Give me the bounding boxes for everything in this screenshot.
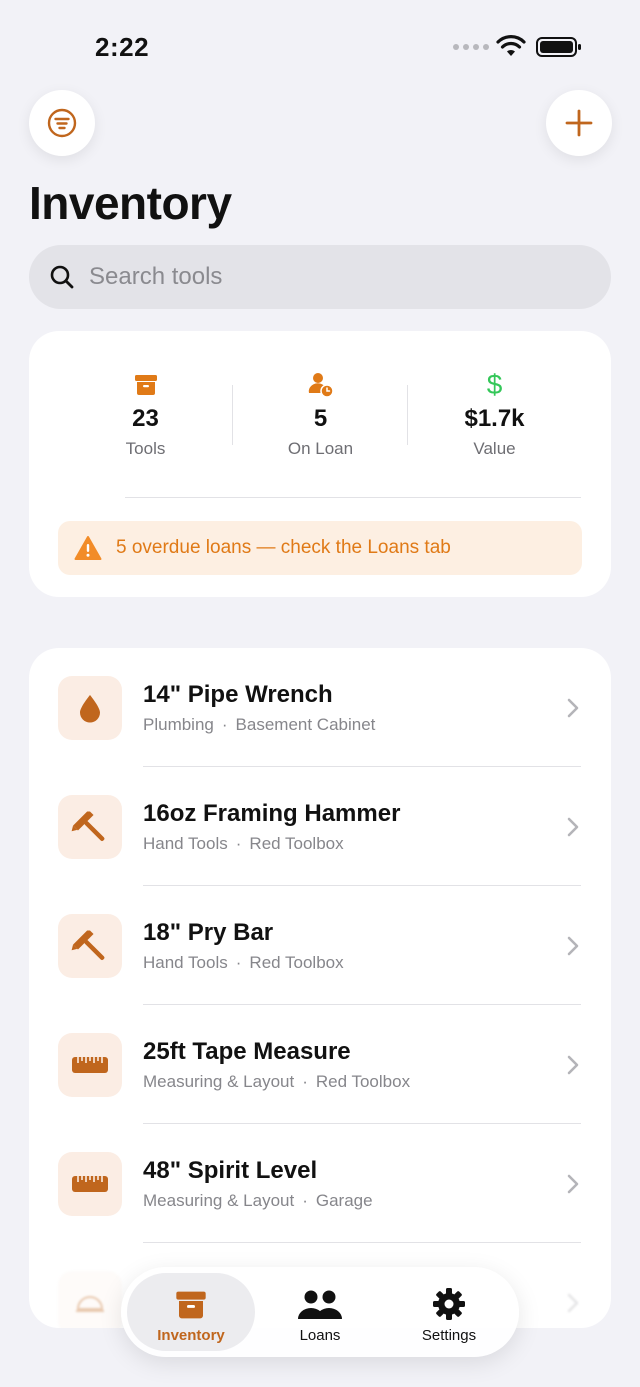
overdue-alert-text: 5 overdue loans — check the Loans tab xyxy=(116,537,451,558)
tool-meta: Measuring & Layout · Garage xyxy=(143,1191,373,1211)
stats-card: 23 Tools 5 On Loan $ $1.7k Value 5 overd… xyxy=(29,331,611,597)
tool-name: 18" Pry Bar xyxy=(143,919,274,946)
hard-hat-icon xyxy=(75,1291,105,1315)
stat-tools-label: Tools xyxy=(125,439,166,458)
tool-meta: Hand Tools · Red Toolbox xyxy=(143,834,344,854)
drop-icon xyxy=(77,693,103,723)
separator-dot: · xyxy=(221,715,228,734)
stat-tools: 23 Tools xyxy=(58,371,233,459)
archive-box-icon xyxy=(176,1291,206,1319)
tool-row[interactable]: 14" Pipe Wrench Plumbing · Basement Cabinet xyxy=(29,648,611,767)
tool-row[interactable]: 16oz Framing Hammer Hand Tools · Red Toolbo… xyxy=(29,767,611,886)
separator-dot: · xyxy=(235,834,242,853)
stat-value-label: Value xyxy=(473,439,516,458)
tool-row[interactable]: 25ft Tape Measure Measuring & Layout · Red … xyxy=(29,1005,611,1124)
hammer-icon xyxy=(71,927,109,965)
chevron-right-icon xyxy=(566,1293,580,1318)
tool-icon-tile xyxy=(58,1152,122,1216)
tool-category: Hand Tools xyxy=(143,953,228,972)
tool-row[interactable]: 18" Pry Bar Hand Tools · Red Toolbox xyxy=(29,886,611,1005)
tool-name: 14" Pipe Wrench xyxy=(143,681,333,708)
tool-category: Measuring & Layout xyxy=(143,1191,295,1210)
tool-meta: Plumbing · Basement Cabinet xyxy=(143,715,375,735)
stat-tools-value: 23 xyxy=(132,405,159,432)
gear-icon xyxy=(433,1288,465,1320)
separator-dot: · xyxy=(302,1191,308,1210)
separator-dot: · xyxy=(302,1072,308,1091)
tool-icon-tile xyxy=(58,676,122,740)
tab-loans[interactable]: Loans xyxy=(256,1273,384,1351)
tab-bar: Inventory Loans Settings xyxy=(121,1267,519,1357)
tool-location: Garage xyxy=(315,1191,373,1210)
search-icon xyxy=(50,265,74,289)
tool-row[interactable]: 48" Spirit Level Measuring & Layout · Garag… xyxy=(29,1124,611,1243)
stat-value-amount: $1.7k xyxy=(464,405,525,432)
tab-inventory[interactable]: Inventory xyxy=(127,1273,255,1351)
tool-name: 48" Spirit Level xyxy=(143,1157,318,1184)
dollar-icon: $ xyxy=(486,369,503,400)
tool-location: Red Toolbox xyxy=(249,834,344,853)
chevron-right-icon xyxy=(566,1055,580,1080)
filter-button[interactable] xyxy=(29,90,95,156)
filter-icon xyxy=(47,108,77,138)
tool-category: Plumbing xyxy=(143,715,214,734)
tool-category: Measuring & Layout xyxy=(143,1072,295,1091)
people-icon xyxy=(298,1290,342,1319)
ruler-icon xyxy=(72,1175,108,1193)
tab-settings[interactable]: Settings xyxy=(385,1273,513,1351)
tool-location: Basement Cabinet xyxy=(235,715,376,734)
search-input[interactable]: Search tools xyxy=(29,245,611,309)
tab-settings-label: Settings xyxy=(421,1327,477,1344)
tool-category: Hand Tools xyxy=(143,834,228,853)
tool-name: 25ft Tape Measure xyxy=(143,1038,351,1065)
person-clock-icon xyxy=(308,373,334,398)
tool-location: Red Toolbox xyxy=(315,1072,411,1091)
separator-dot: · xyxy=(235,953,242,972)
divider xyxy=(125,497,581,498)
stat-on-loan-value: 5 xyxy=(313,405,328,432)
tool-name: 16oz Framing Hammer xyxy=(143,800,401,827)
stat-on-loan-label: On Loan xyxy=(287,439,354,458)
tool-icon-tile xyxy=(58,1271,122,1328)
chevron-right-icon xyxy=(566,698,580,723)
cellular-signal-icon xyxy=(453,44,489,50)
chevron-right-icon xyxy=(566,1174,580,1199)
status-bar: 2:22 xyxy=(0,0,640,90)
tool-meta: Measuring & Layout · Red Toolbox xyxy=(143,1072,410,1092)
ruler-icon xyxy=(72,1056,108,1074)
page-title: Inventory xyxy=(29,177,232,229)
search-placeholder: Search tools xyxy=(89,263,223,290)
add-tool-button[interactable] xyxy=(546,90,612,156)
stat-on-loan: 5 On Loan xyxy=(233,371,408,459)
overdue-alert[interactable]: 5 overdue loans — check the Loans tab xyxy=(58,521,582,575)
status-time: 2:22 xyxy=(95,32,150,62)
tab-loans-label: Loans xyxy=(299,1327,341,1344)
plus-icon xyxy=(565,109,593,137)
tool-icon-tile xyxy=(58,795,122,859)
archive-box-icon xyxy=(134,375,157,395)
hammer-icon xyxy=(71,808,109,846)
tab-inventory-label: Inventory xyxy=(157,1327,225,1344)
tool-icon-tile xyxy=(58,1033,122,1097)
battery-icon xyxy=(536,37,581,57)
chevron-right-icon xyxy=(566,817,580,842)
chevron-right-icon xyxy=(566,936,580,961)
warning-icon xyxy=(74,536,102,560)
wifi-icon xyxy=(496,35,526,56)
tool-location: Red Toolbox xyxy=(249,953,344,972)
tool-list: 14" Pipe Wrench Plumbing · Basement Cabinet… xyxy=(29,648,611,1328)
tool-icon-tile xyxy=(58,914,122,978)
stat-value: $ $1.7k Value xyxy=(407,371,582,459)
tool-meta: Hand Tools · Red Toolbox xyxy=(143,953,344,973)
